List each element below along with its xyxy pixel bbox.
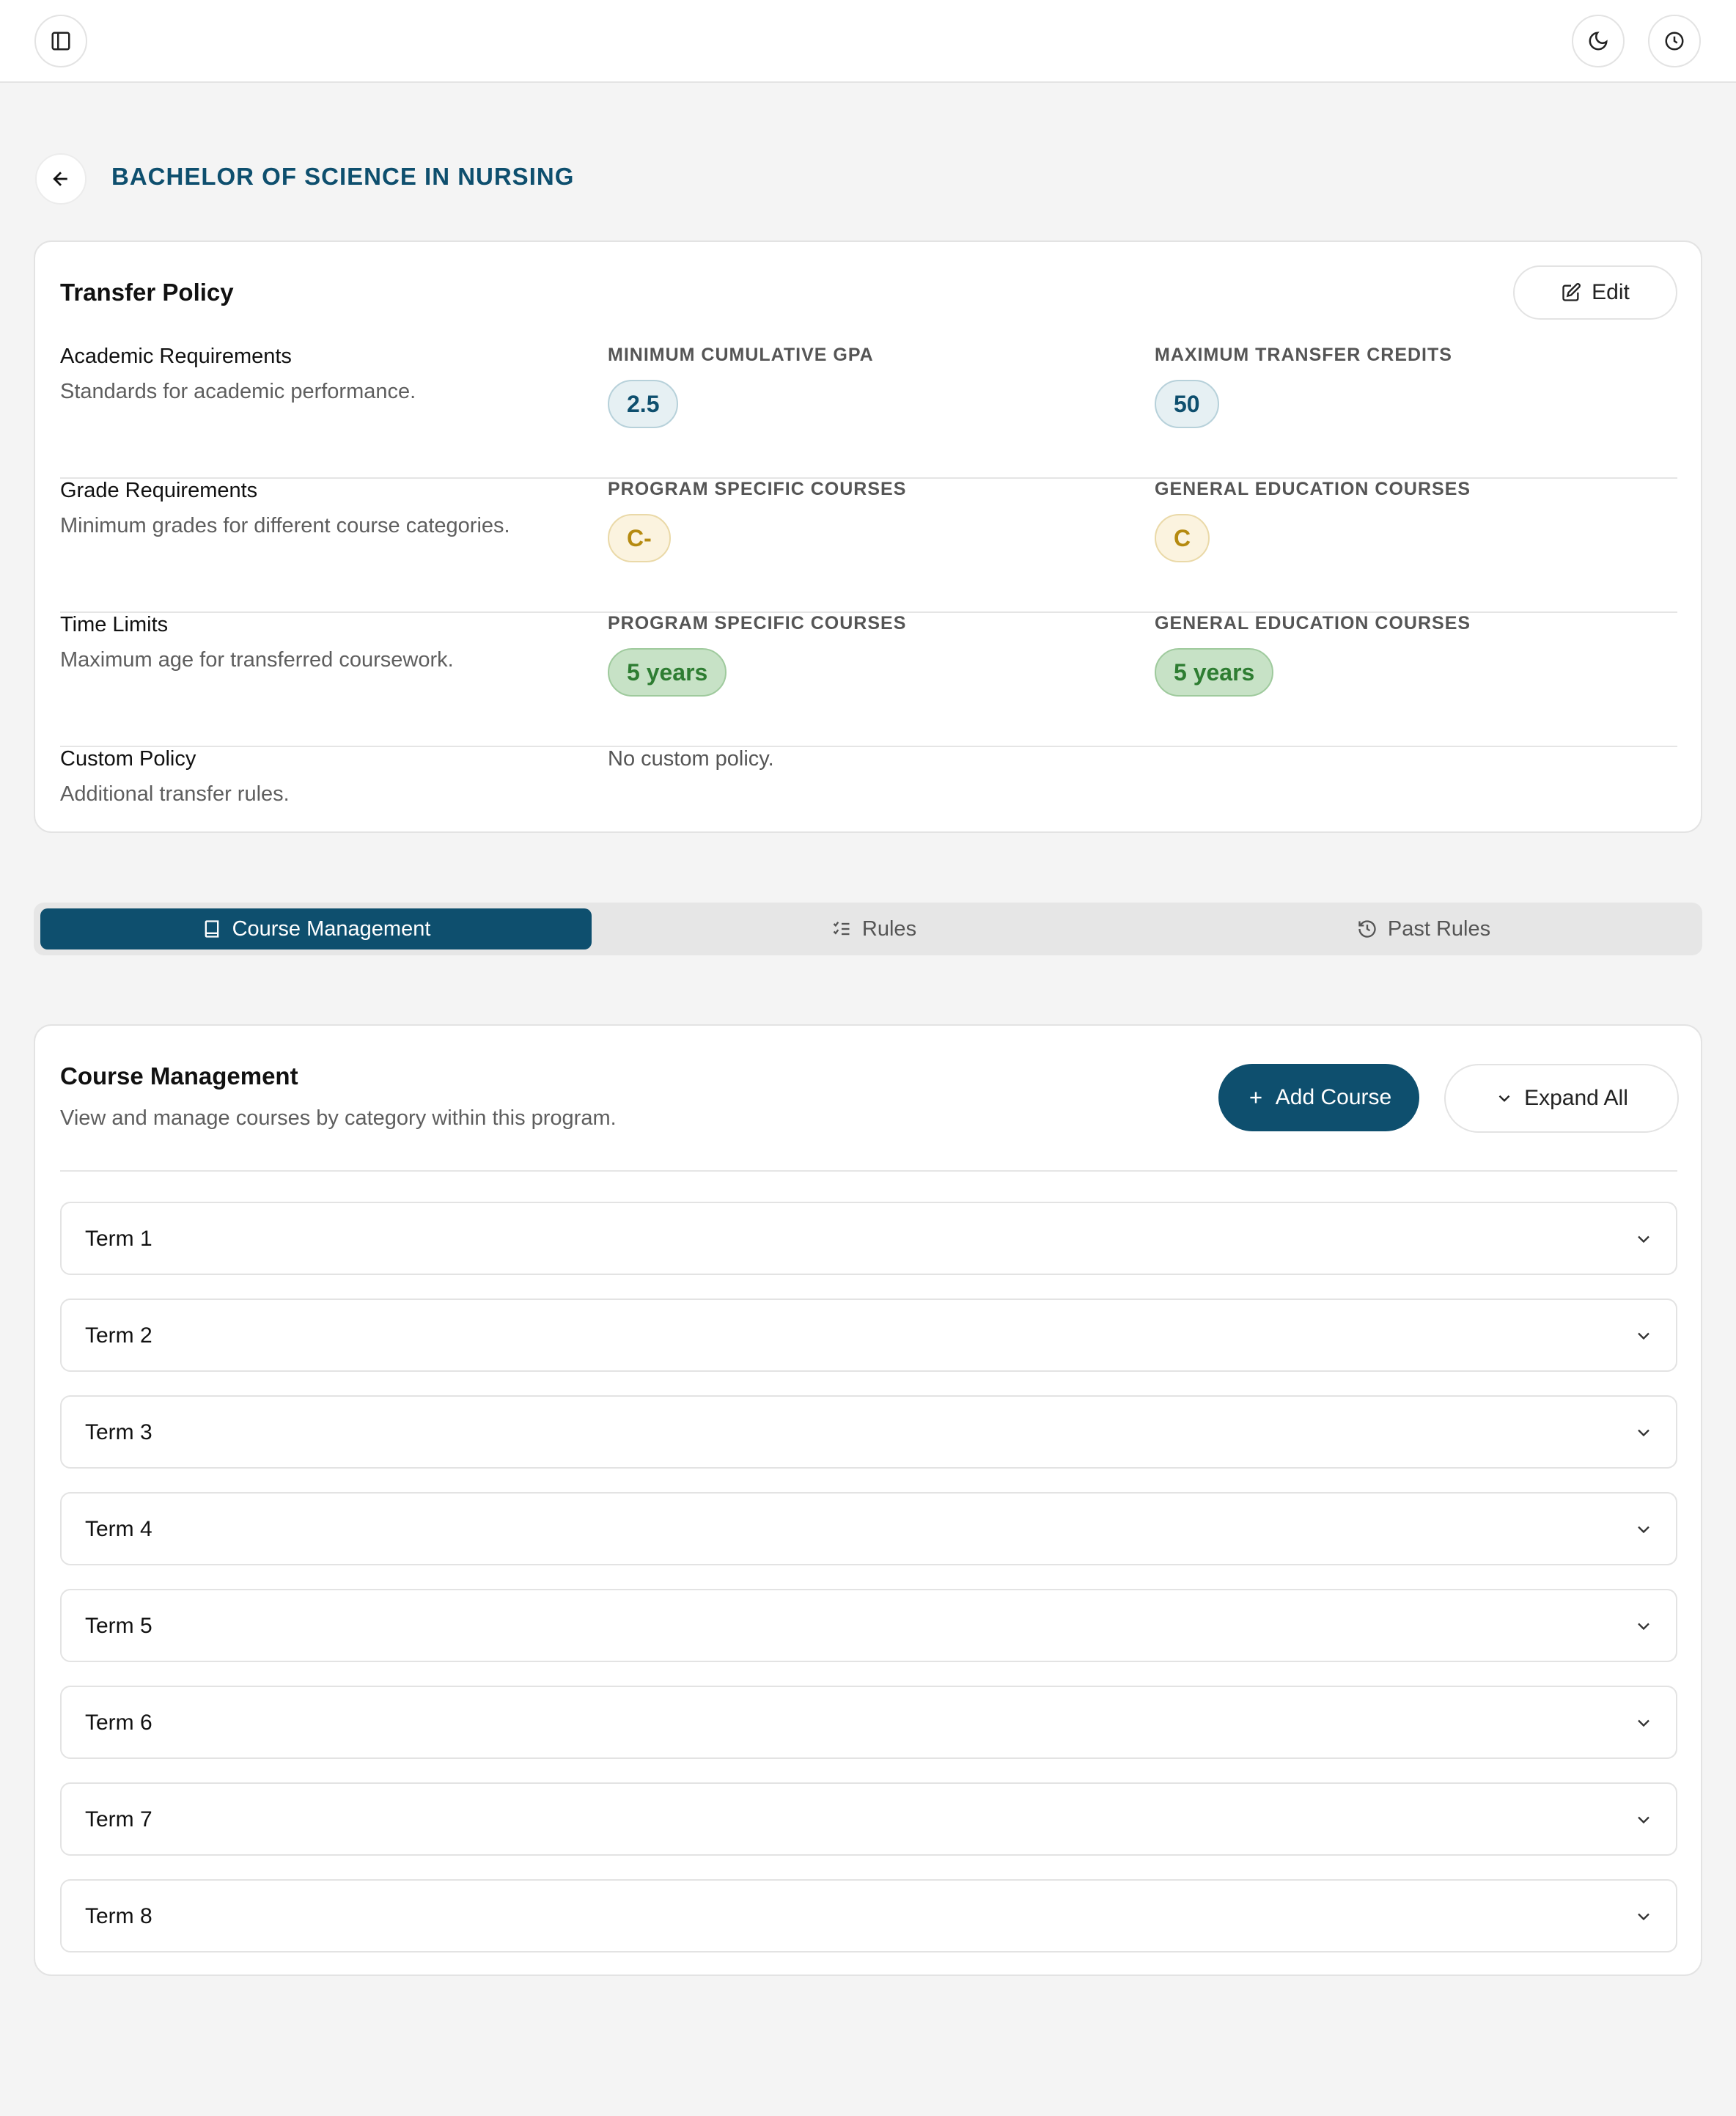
arrow-left-icon (53, 172, 67, 186)
add-course-button[interactable]: Add Course (1218, 1064, 1419, 1131)
gened-grade-label: GENERAL EDUCATION COURSES (1155, 479, 1471, 499)
book-icon (205, 920, 218, 938)
plus-icon (1250, 1092, 1262, 1103)
course-management-title: Course Management (60, 1062, 298, 1090)
tab-rules[interactable]: Rules (598, 908, 1150, 949)
term-label: Term 4 (85, 1517, 152, 1541)
min-gpa-value: 2.5 (608, 380, 679, 428)
chevron-down-icon (1638, 1332, 1649, 1340)
edit-button[interactable]: Edit (1513, 265, 1677, 320)
theme-toggle-button[interactable] (1572, 15, 1625, 67)
academic-requirements-desc: Standards for academic performance. (60, 380, 416, 403)
program-grade-value: C- (608, 514, 671, 562)
tab-label: Past Rules (1387, 916, 1491, 941)
term-accordion[interactable]: Term 2 (60, 1298, 1677, 1372)
gened-time-value: 5 years (1155, 648, 1274, 697)
expand-all-label: Expand All (1524, 1086, 1628, 1110)
academic-requirements-title: Academic Requirements (60, 345, 292, 368)
term-accordion[interactable]: Term 6 (60, 1686, 1677, 1759)
term-accordion[interactable]: Term 5 (60, 1589, 1677, 1662)
max-credits-label: MAXIMUM TRANSFER CREDITS (1155, 345, 1452, 365)
chevron-down-icon (1638, 1526, 1649, 1534)
gened-time-label: GENERAL EDUCATION COURSES (1155, 613, 1471, 633)
chevron-down-icon (1638, 1235, 1649, 1243)
min-gpa-label: MINIMUM CUMULATIVE GPA (608, 345, 874, 365)
term-accordion[interactable]: Term 8 (60, 1879, 1677, 1952)
history-icon (1358, 920, 1376, 938)
time-limits-title: Time Limits (60, 613, 169, 636)
edit-icon (1562, 283, 1581, 301)
time-limits-desc: Maximum age for transferred coursework. (60, 648, 454, 672)
course-management-card: Course Management View and manage course… (34, 1024, 1702, 1976)
back-button[interactable] (35, 153, 87, 205)
chevron-down-icon (1498, 1095, 1510, 1102)
program-time-label: PROGRAM SPECIFIC COURSES (608, 613, 907, 633)
history-button[interactable] (1648, 15, 1701, 67)
term-label: Term 2 (85, 1323, 152, 1348)
academic-requirements-row: Academic Requirements Standards for acad… (60, 345, 1677, 479)
sidebar-toggle-icon (51, 32, 70, 51)
custom-policy-value: No custom policy. (608, 747, 774, 771)
moon-icon (1589, 32, 1608, 51)
custom-policy-title: Custom Policy (60, 747, 196, 771)
tab-past-rules[interactable]: Past Rules (1151, 908, 1696, 949)
chevron-down-icon (1638, 1913, 1649, 1921)
expand-all-button[interactable]: Expand All (1444, 1064, 1679, 1133)
chevron-down-icon (1638, 1429, 1649, 1437)
custom-policy-desc: Additional transfer rules. (60, 782, 290, 806)
tab-course-management[interactable]: Course Management (40, 908, 592, 949)
term-accordion[interactable]: Term 1 (60, 1202, 1677, 1275)
top-bar (0, 0, 1736, 83)
term-label: Term 1 (85, 1227, 152, 1251)
tab-bar: Course Management Rules Past Rules (34, 903, 1702, 955)
term-accordion[interactable]: Term 3 (60, 1395, 1677, 1469)
list-checks-icon (833, 921, 850, 936)
max-credits-value: 50 (1155, 380, 1219, 428)
term-label: Term 8 (85, 1904, 152, 1928)
term-label: Term 3 (85, 1420, 152, 1444)
program-grade-label: PROGRAM SPECIFIC COURSES (608, 479, 907, 499)
edit-label: Edit (1592, 280, 1630, 304)
grade-requirements-desc: Minimum grades for different course cate… (60, 514, 510, 537)
term-accordion[interactable]: Term 7 (60, 1782, 1677, 1856)
term-label: Term 6 (85, 1711, 152, 1735)
term-label: Term 7 (85, 1807, 152, 1832)
gened-grade-value: C (1155, 514, 1210, 562)
add-course-label: Add Course (1275, 1085, 1392, 1109)
chevron-down-icon (1638, 1623, 1649, 1631)
term-accordion[interactable]: Term 4 (60, 1492, 1677, 1565)
transfer-policy-card: Transfer Policy Edit Academic Requiremen… (34, 240, 1702, 833)
tab-label: Course Management (232, 916, 431, 941)
transfer-policy-title: Transfer Policy (60, 279, 234, 306)
clock-icon (1665, 32, 1684, 51)
chevron-down-icon (1638, 1816, 1649, 1824)
chevron-down-icon (1638, 1719, 1649, 1727)
course-management-subtitle: View and manage courses by category with… (60, 1106, 617, 1130)
page-title: BACHELOR OF SCIENCE IN NURSING (111, 163, 575, 190)
tab-label: Rules (861, 916, 917, 941)
grade-requirements-row: Grade Requirements Minimum grades for di… (60, 479, 1677, 613)
term-label: Term 5 (85, 1614, 152, 1638)
custom-policy-row: Custom Policy Additional transfer rules.… (60, 747, 1677, 820)
grade-requirements-title: Grade Requirements (60, 479, 258, 502)
sidebar-toggle-button[interactable] (34, 15, 87, 67)
time-limits-row: Time Limits Maximum age for transferred … (60, 613, 1677, 747)
divider (60, 1170, 1677, 1172)
program-time-value: 5 years (608, 648, 727, 697)
